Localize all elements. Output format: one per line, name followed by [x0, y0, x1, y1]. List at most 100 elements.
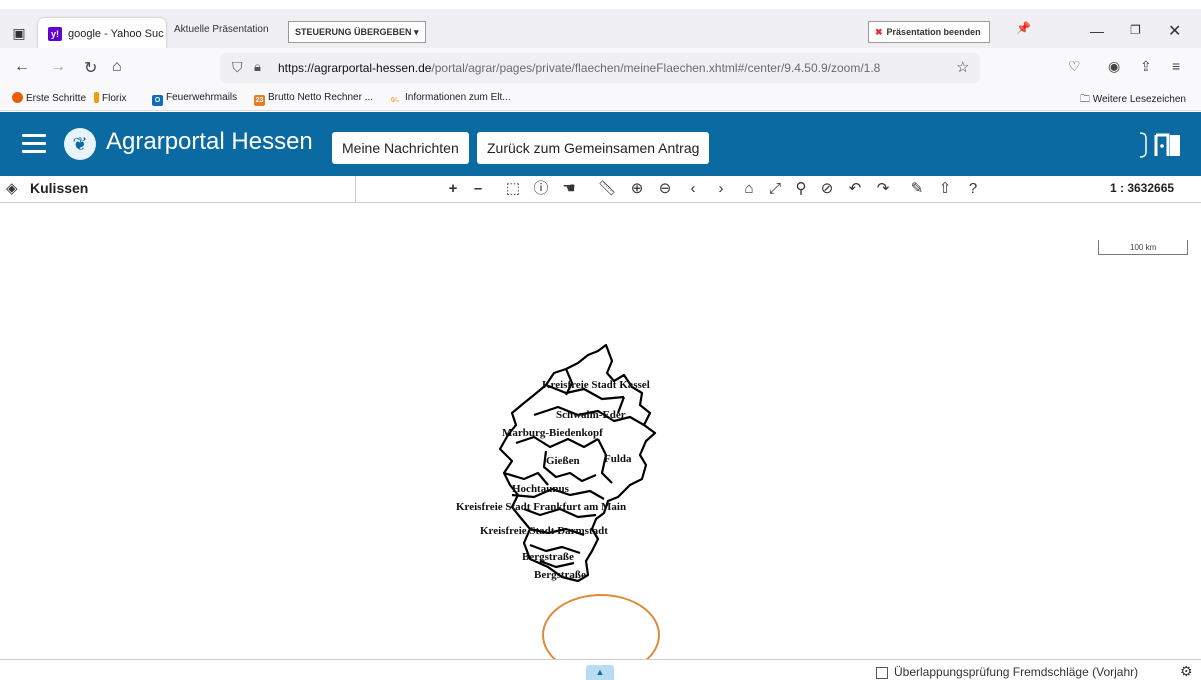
bookmarks-bar: Erste Schritte Florix O Feuerwehrmails 23… [0, 88, 1201, 111]
url-bar[interactable]: ⛉ 🔒︎ https://agrarportal-hessen.de/porta… [220, 53, 980, 83]
bookmark-item[interactable]: Florix [94, 92, 126, 104]
home-extent-icon[interactable]: ⌂ [738, 178, 760, 200]
pan-hand-icon[interactable]: ☚ [558, 178, 580, 200]
handover-label: STEUERUNG ÜBERGEBEN [295, 27, 412, 37]
edit-icon[interactable]: ✎ [906, 178, 928, 200]
district-label: Hochtaunus [512, 483, 570, 495]
district-label: Gießen [546, 455, 580, 467]
measure-ruler-icon[interactable]: 📏︎ [596, 178, 618, 200]
bookmark-item[interactable]: O Feuerwehrmails [152, 92, 237, 106]
url-path: /portal/agrar/pages/private/flaechen/mei… [431, 61, 881, 75]
yahoo-favicon-icon: y! [48, 27, 62, 41]
district-label: Kreisfreie Stadt Kassel [542, 379, 650, 391]
zoom-in-button[interactable]: + [442, 178, 464, 200]
outlook-icon: O [152, 95, 163, 106]
account-icon[interactable]: ◉ [1108, 58, 1120, 75]
shield-icon[interactable]: ⛉ [232, 59, 243, 76]
annotation-circle [542, 594, 660, 659]
zoom-out-icon[interactable]: ⊖ [654, 178, 676, 200]
reload-icon[interactable]: ↻ [84, 58, 97, 78]
map-toolbar: ◈ Kulissen + – ⬚ ⓘ ☚ 📏︎ ⊕ ⊖ ‹ › ⌂ ⤢ ⚲ ⊘ … [0, 176, 1201, 203]
panel-toggle-handle[interactable]: ▲ [586, 665, 614, 680]
info-icon[interactable]: ⓘ [530, 178, 552, 200]
info-bookmark-icon: 0⁄₀ [390, 97, 400, 104]
district-label: Schwalm-Eder [556, 409, 626, 421]
presentation-bar: Aktuelle Präsentation STEUERUNG ÜBERGEBE… [168, 18, 1032, 57]
undo-icon[interactable]: ↶ [844, 178, 866, 200]
overlap-check-label: Überlappungsprüfung Fremdschläge (Vorjah… [894, 665, 1139, 679]
browser-nav-bar: ← → ↻ ⌂ ⛉ 🔒︎ https://agrarportal-hessen.… [0, 48, 1201, 88]
previous-view-icon[interactable]: ‹ [682, 178, 704, 200]
bookmark-label: Erste Schritte [26, 93, 87, 104]
tab-list-icon[interactable]: ▣ [8, 22, 30, 44]
bookmark-item[interactable]: 23 Brutto Netto Rechner ... [254, 92, 373, 106]
extensions-icon[interactable]: ⇪ [1140, 58, 1152, 75]
scale-ratio: 1 : 3632665 [1110, 181, 1175, 195]
bookmark-label: Feuerwehrmails [166, 92, 238, 103]
back-arrow-icon[interactable]: ← [14, 58, 30, 76]
district-label: Kreisfreie Stadt Darmstadt [480, 525, 608, 537]
browser-tab[interactable]: y! google - Yahoo Such [38, 18, 166, 52]
pin-icon[interactable]: 📌 [1016, 21, 1031, 35]
bottom-panel: ▲ Überlappungsprüfung Fremdschläge (Vorj… [0, 659, 1201, 680]
handover-control-button[interactable]: STEUERUNG ÜBERGEBEN ▾ [288, 21, 426, 43]
district-label: Kreisfreie Stadt Frankfurt am Main [456, 501, 626, 513]
bookmark-label: Informationen zum Elt... [405, 92, 511, 103]
search-icon[interactable]: ⚲ [790, 178, 812, 200]
bookmark-label: Florix [102, 93, 127, 104]
gear-icon[interactable]: ⚙ [1180, 663, 1193, 680]
firefox-icon [12, 92, 23, 103]
url-text[interactable]: https://agrarportal-hessen.de/portal/agr… [278, 61, 880, 75]
tab-title: google - Yahoo Such [68, 28, 164, 40]
map-canvas[interactable]: 100 km Kreisfreie Stadt Kassel Schwalm-E… [0, 203, 1201, 659]
app-header: ❦ Agrarportal Hessen Meine Nachrichten Z… [0, 112, 1201, 176]
restore-icon[interactable]: ❐ [1130, 23, 1141, 37]
calculator-icon: 23 [254, 95, 265, 106]
menu-icon[interactable]: ≡ [1172, 58, 1180, 74]
messages-button[interactable]: Meine Nachrichten [332, 132, 469, 164]
district-label: Fulda [604, 453, 632, 465]
hide-layer-icon[interactable]: ⊘ [816, 178, 838, 200]
presentation-label: Aktuelle Präsentation [174, 24, 269, 35]
agrarportal-logo-icon: ❦ [64, 128, 96, 160]
lock-icon[interactable]: 🔒︎ [254, 59, 261, 75]
back-to-application-button[interactable]: Zurück zum Gemeinsamen Antrag [477, 132, 710, 164]
zoom-in-icon[interactable]: ⊕ [626, 178, 648, 200]
chevron-down-icon: ▾ [414, 27, 419, 37]
end-presentation-button[interactable]: ✖ Präsentation beenden [868, 21, 990, 43]
window-close-icon[interactable]: ✕ [1168, 21, 1181, 41]
close-icon: ✖ [875, 27, 883, 37]
district-label: Bergstraße [534, 569, 586, 581]
district-label: Bergstraße [522, 551, 574, 563]
upload-icon[interactable]: ⇧ [934, 178, 956, 200]
layers-label[interactable]: Kulissen [30, 180, 88, 196]
hamburger-menu-icon[interactable] [22, 134, 46, 154]
bookmark-star-icon[interactable]: ☆ [956, 58, 969, 76]
home-icon[interactable]: ⌂ [112, 58, 122, 76]
layers-icon[interactable]: ◈ [6, 179, 18, 197]
toolbar-divider [355, 176, 356, 202]
url-host: https://agrarportal-hessen.de [278, 61, 432, 75]
florix-icon [94, 92, 99, 103]
folder-icon: 🗀 [1080, 94, 1093, 105]
help-icon[interactable]: ? [962, 178, 984, 200]
bookmark-item[interactable]: 0⁄₀ Informationen zum Elt... [388, 92, 511, 106]
other-bookmarks[interactable]: 🗀 Weitere Lesezeichen [1080, 92, 1186, 109]
app-title: Agrarportal Hessen [106, 128, 313, 155]
zoom-out-button[interactable]: – [467, 178, 489, 200]
next-view-icon[interactable]: › [710, 178, 732, 200]
end-presentation-label: Präsentation beenden [886, 27, 981, 37]
browser-tab-bar: ▣ y! google - Yahoo Such Aktuelle Präsen… [0, 0, 1201, 57]
hessen-district-map[interactable]: Kreisfreie Stadt Kassel Schwalm-Eder Mar… [0, 203, 1201, 659]
logout-icon[interactable] [1136, 130, 1186, 160]
redo-icon[interactable]: ↷ [872, 178, 894, 200]
select-tool-icon[interactable]: ⬚ [502, 178, 524, 200]
other-bookmarks-label: Weitere Lesezeichen [1092, 94, 1186, 105]
bookmark-item[interactable]: Erste Schritte [12, 92, 86, 104]
pocket-icon[interactable]: ♡ [1068, 58, 1081, 75]
fullscreen-icon[interactable]: ⤢ [764, 178, 786, 200]
minimize-icon[interactable]: — [1090, 23, 1104, 39]
overlap-check-checkbox[interactable] [876, 667, 888, 679]
forward-arrow-icon[interactable]: → [50, 58, 66, 76]
district-label: Marburg-Biedenkopf [502, 427, 603, 439]
